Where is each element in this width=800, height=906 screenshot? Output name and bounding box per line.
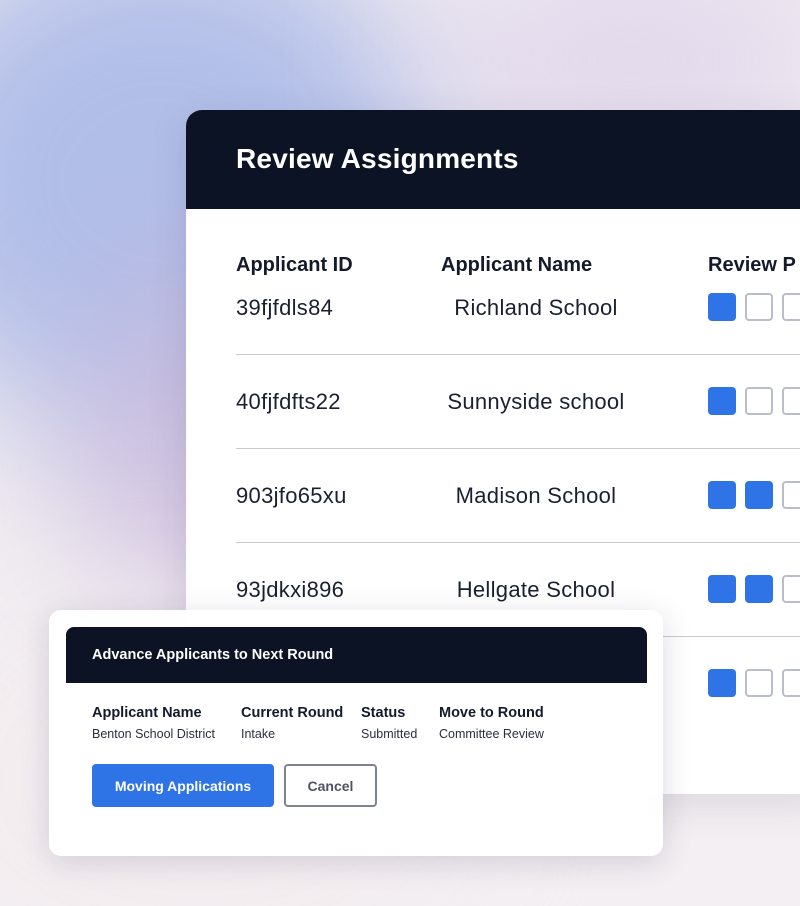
cancel-button[interactable]: Cancel xyxy=(284,764,377,807)
review-checkbox-unchecked[interactable] xyxy=(745,387,773,415)
dialog-title: Advance Applicants to Next Round xyxy=(92,647,334,663)
applicant-id: 903jfo65xu xyxy=(236,483,347,508)
card-header: Review Assignments xyxy=(186,110,800,209)
review-checkbox-checked[interactable] xyxy=(708,387,736,415)
table-row[interactable]: 39fjfdls84 Richland School xyxy=(236,261,800,355)
field-move-to-round: Move to Round Committee Review xyxy=(439,705,544,741)
table-row[interactable]: 903jfo65xu Madison School xyxy=(236,449,800,543)
applicant-name: Hellgate School xyxy=(456,577,616,602)
review-checkbox-unchecked[interactable] xyxy=(745,293,773,321)
advance-applicants-dialog-shell: Advance Applicants to Next Round Applica… xyxy=(49,610,663,856)
review-checkbox-checked[interactable] xyxy=(708,293,736,321)
review-checkbox-checked[interactable] xyxy=(745,575,773,603)
review-checkbox-checked[interactable] xyxy=(708,669,736,697)
review-checkbox-unchecked[interactable] xyxy=(745,669,773,697)
review-checkbox-unchecked[interactable] xyxy=(782,387,800,415)
applicant-name: Madison School xyxy=(455,483,617,508)
field-value: Benton School District xyxy=(92,727,215,741)
review-checkbox-unchecked[interactable] xyxy=(782,293,800,321)
applicant-name: Sunnyside school xyxy=(447,389,625,414)
field-label: Applicant Name xyxy=(92,705,202,721)
advance-applicants-dialog: Advance Applicants to Next Round Applica… xyxy=(66,627,647,839)
field-value: Submitted xyxy=(361,727,418,741)
dialog-header: Advance Applicants to Next Round xyxy=(66,627,647,683)
review-checkbox-checked[interactable] xyxy=(708,575,736,603)
field-label: Current Round xyxy=(241,705,344,721)
review-checkbox-unchecked[interactable] xyxy=(782,669,800,697)
field-value: Committee Review xyxy=(439,727,544,741)
applicant-id: 93jdkxi896 xyxy=(236,577,345,602)
field-applicant-name: Applicant Name Benton School District xyxy=(92,705,215,741)
review-progress xyxy=(708,293,800,321)
review-progress xyxy=(708,481,800,509)
review-progress xyxy=(708,669,800,697)
field-current-round: Current Round Intake xyxy=(241,705,343,741)
table-row[interactable]: 40fjfdfts22 Sunnyside school xyxy=(236,355,800,449)
field-label: Status xyxy=(361,705,406,721)
applicant-id: 39fjfdls84 xyxy=(236,295,334,320)
review-checkbox-unchecked[interactable] xyxy=(782,481,800,509)
field-label: Move to Round xyxy=(439,705,544,721)
page-title: Review Assignments xyxy=(236,143,519,174)
field-value: Intake xyxy=(241,727,276,741)
moving-applications-button[interactable]: Moving Applications xyxy=(92,764,274,807)
review-progress xyxy=(708,387,800,415)
field-status: Status Submitted xyxy=(361,705,417,741)
review-checkbox-unchecked[interactable] xyxy=(782,575,800,603)
review-checkbox-checked[interactable] xyxy=(708,481,736,509)
review-progress xyxy=(708,575,800,603)
applicant-name: Richland School xyxy=(454,295,618,320)
applicant-id: 40fjfdfts22 xyxy=(236,389,341,414)
review-checkbox-checked[interactable] xyxy=(745,481,773,509)
